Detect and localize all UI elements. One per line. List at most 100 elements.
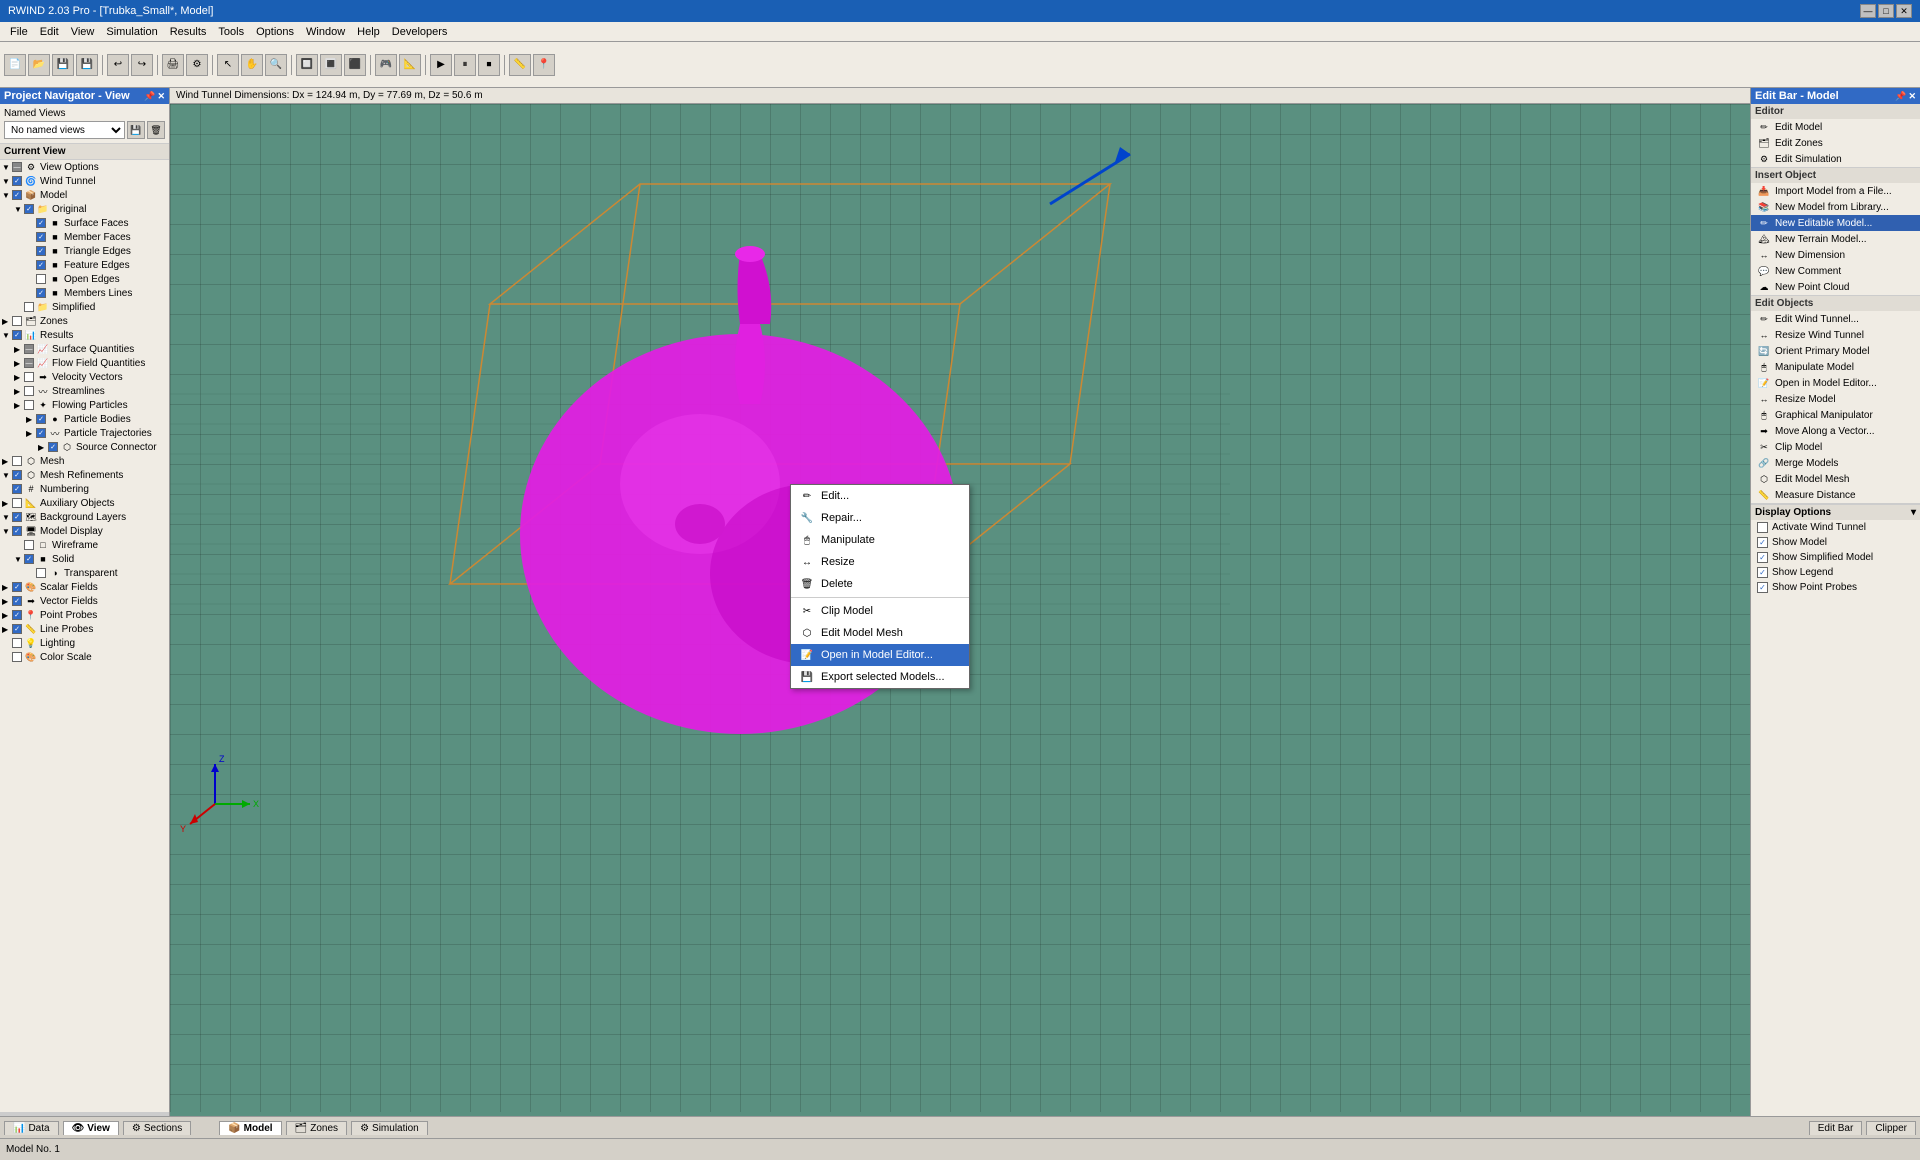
menu-tools[interactable]: Tools bbox=[212, 25, 250, 39]
tree-checkbox[interactable] bbox=[12, 498, 22, 508]
tree-item[interactable]: ▶✓🎨Scalar Fields bbox=[0, 580, 169, 594]
toolbar-select[interactable]: ↖ bbox=[217, 54, 239, 76]
toolbar-new[interactable]: 📄 bbox=[4, 54, 26, 76]
context-manipulate[interactable]: 🖱 Manipulate bbox=[791, 529, 969, 551]
tree-item[interactable]: ▶✓〰Particle Trajectories bbox=[0, 426, 169, 440]
context-repair[interactable]: 🔧 Repair... bbox=[791, 507, 969, 529]
tree-expand-icon[interactable]: ▼ bbox=[2, 177, 12, 186]
tree-expand-icon[interactable]: ▶ bbox=[26, 429, 36, 438]
import-model-item[interactable]: 📥 Import Model from a File... bbox=[1751, 183, 1920, 199]
tree-item[interactable]: ▶📐Auxiliary Objects bbox=[0, 496, 169, 510]
tree-checkbox[interactable]: ✓ bbox=[12, 512, 22, 522]
show-model-option[interactable]: Show Model bbox=[1751, 535, 1920, 550]
context-edit-mesh[interactable]: ⬡ Edit Model Mesh bbox=[791, 622, 969, 644]
right-panel-close[interactable]: ✕ bbox=[1908, 91, 1916, 102]
right-panel-pin[interactable]: 📌 bbox=[1895, 91, 1906, 102]
tab-simulation[interactable]: ⚙ Simulation bbox=[351, 1121, 428, 1135]
tree-checkbox[interactable]: ✓ bbox=[12, 484, 22, 494]
tree-item[interactable]: ▼✓⬡Mesh Refinements bbox=[0, 468, 169, 482]
tree-checkbox[interactable] bbox=[24, 400, 34, 410]
tree-item[interactable]: ▶✓➡Vector Fields bbox=[0, 594, 169, 608]
toolbar-sim1[interactable]: ▶ bbox=[430, 54, 452, 76]
merge-models-item[interactable]: 🔗 Merge Models bbox=[1751, 455, 1920, 471]
toolbar-measure[interactable]: 📏 bbox=[509, 54, 531, 76]
tree-item[interactable]: ▶🗂Zones bbox=[0, 314, 169, 328]
toolbar-pan[interactable]: ✋ bbox=[241, 54, 263, 76]
panel-resize-handle[interactable] bbox=[0, 1112, 169, 1116]
tree-checkbox[interactable]: ✓ bbox=[12, 190, 22, 200]
edit-simulation-item[interactable]: ⚙ Edit Simulation bbox=[1751, 151, 1920, 167]
measure-distance-item[interactable]: 📏 Measure Distance bbox=[1751, 487, 1920, 503]
toolbar-redo[interactable]: ↪ bbox=[131, 54, 153, 76]
menu-file[interactable]: File bbox=[4, 25, 34, 39]
tree-item[interactable]: ▶—📈Flow Field Quantities bbox=[0, 356, 169, 370]
toolbar-probe[interactable]: 📍 bbox=[533, 54, 555, 76]
left-panel-close[interactable]: ✕ bbox=[157, 91, 165, 102]
tree-item[interactable]: ▶✓📏Line Probes bbox=[0, 622, 169, 636]
open-editor-item[interactable]: 📝 Open in Model Editor... bbox=[1751, 375, 1920, 391]
toolbar-save[interactable]: 💾 bbox=[52, 54, 74, 76]
tree-expand-icon[interactable]: ▶ bbox=[14, 401, 24, 410]
show-point-probes-option[interactable]: Show Point Probes bbox=[1751, 580, 1920, 595]
tree-expand-icon[interactable]: ▶ bbox=[26, 415, 36, 424]
clip-model-item[interactable]: ✂ Clip Model bbox=[1751, 439, 1920, 455]
tree-checkbox[interactable] bbox=[12, 316, 22, 326]
tree-item[interactable]: □Wireframe bbox=[0, 538, 169, 552]
tree-checkbox[interactable]: ✓ bbox=[12, 176, 22, 186]
tree-expand-icon[interactable]: ▶ bbox=[2, 583, 12, 592]
toolbar-sim3[interactable]: ⏹ bbox=[478, 54, 500, 76]
tree-item[interactable]: ▼✓🌀Wind Tunnel bbox=[0, 174, 169, 188]
tree-expand-icon[interactable]: ▼ bbox=[14, 205, 24, 214]
edit-wind-tunnel-item[interactable]: ✏ Edit Wind Tunnel... bbox=[1751, 311, 1920, 327]
display-options-collapse[interactable]: ▾ bbox=[1911, 507, 1916, 518]
tree-expand-icon[interactable]: ▼ bbox=[2, 191, 12, 200]
tree-item[interactable]: ✓■Surface Faces bbox=[0, 216, 169, 230]
tree-checkbox[interactable] bbox=[24, 386, 34, 396]
tree-checkbox[interactable]: ✓ bbox=[36, 232, 46, 242]
tree-item[interactable]: ▶✓📍Point Probes bbox=[0, 608, 169, 622]
tab-data[interactable]: 📊 Data bbox=[4, 1121, 59, 1135]
menu-window[interactable]: Window bbox=[300, 25, 351, 39]
show-legend-option[interactable]: Show Legend bbox=[1751, 565, 1920, 580]
tab-model[interactable]: 📦 Model bbox=[219, 1121, 281, 1135]
tree-expand-icon[interactable]: ▶ bbox=[2, 499, 12, 508]
tree-item[interactable]: ▶✦Flowing Particles bbox=[0, 398, 169, 412]
tree-expand-icon[interactable]: ▶ bbox=[14, 345, 24, 354]
tree-expand-icon[interactable]: ▶ bbox=[14, 373, 24, 382]
toolbar-open[interactable]: 📂 bbox=[28, 54, 50, 76]
new-editable-model-item[interactable]: ✏ New Editable Model... bbox=[1751, 215, 1920, 231]
tree-checkbox[interactable]: ✓ bbox=[12, 330, 22, 340]
tree-item[interactable]: ▶〰Streamlines bbox=[0, 384, 169, 398]
tree-checkbox[interactable]: ✓ bbox=[12, 582, 22, 592]
maximize-btn[interactable]: □ bbox=[1878, 4, 1894, 18]
tree-checkbox[interactable] bbox=[36, 274, 46, 284]
show-model-checkbox[interactable] bbox=[1757, 537, 1768, 548]
tree-checkbox[interactable] bbox=[24, 540, 34, 550]
tree-expand-icon[interactable]: ▶ bbox=[14, 359, 24, 368]
tab-sections[interactable]: ⚙ Sections bbox=[123, 1121, 191, 1135]
tree-checkbox[interactable]: ✓ bbox=[12, 526, 22, 536]
tree-expand-icon[interactable]: ▼ bbox=[2, 163, 12, 172]
tree-item[interactable]: ▼✓📁Original bbox=[0, 202, 169, 216]
new-terrain-item[interactable]: 🏔 New Terrain Model... bbox=[1751, 231, 1920, 247]
new-from-library-item[interactable]: 📚 New Model from Library... bbox=[1751, 199, 1920, 215]
tree-checkbox[interactable]: ✓ bbox=[36, 246, 46, 256]
tree-item[interactable]: ▼—⚙View Options bbox=[0, 160, 169, 174]
tree-item[interactable]: ▼✓■Solid bbox=[0, 552, 169, 566]
toolbar-wire[interactable]: 📐 bbox=[399, 54, 421, 76]
toolbar-undo[interactable]: ↩ bbox=[107, 54, 129, 76]
tree-item[interactable]: ▶—📈Surface Quantities bbox=[0, 342, 169, 356]
activate-wind-tunnel-checkbox[interactable] bbox=[1757, 522, 1768, 533]
show-simplified-option[interactable]: Show Simplified Model bbox=[1751, 550, 1920, 565]
close-btn[interactable]: ✕ bbox=[1896, 4, 1912, 18]
tree-expand-icon[interactable]: ▼ bbox=[2, 471, 12, 480]
tree-item[interactable]: ▶➡Velocity Vectors bbox=[0, 370, 169, 384]
edit-model-item[interactable]: ✏ Edit Model bbox=[1751, 119, 1920, 135]
menu-developers[interactable]: Developers bbox=[386, 25, 454, 39]
tree-item[interactable]: ▼✓🖥Model Display bbox=[0, 524, 169, 538]
tab-view[interactable]: 👁 View bbox=[63, 1121, 119, 1135]
activate-wind-tunnel-option[interactable]: Activate Wind Tunnel bbox=[1751, 520, 1920, 535]
menu-view[interactable]: View bbox=[65, 25, 101, 39]
tree-checkbox[interactable] bbox=[12, 456, 22, 466]
context-clip[interactable]: ✂ Clip Model bbox=[791, 600, 969, 622]
